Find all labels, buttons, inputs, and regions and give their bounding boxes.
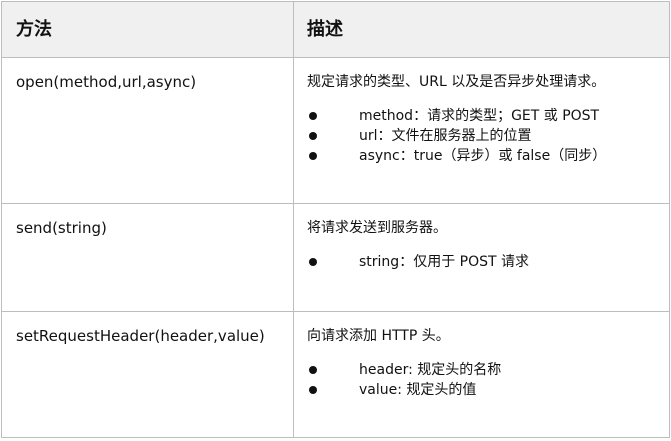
method-description: 向请求添加 HTTP 头。 header: 规定头的名称 value: 规定头的… bbox=[307, 326, 659, 400]
table-row: send(string) 将请求发送到服务器。 string：仅用于 POST … bbox=[2, 204, 669, 312]
parameter-item: header: 规定头的名称 bbox=[307, 360, 659, 380]
method-name: send(string) bbox=[16, 219, 107, 237]
bullet-icon bbox=[309, 386, 317, 394]
table-row: setRequestHeader(header,value) 向请求添加 HTT… bbox=[2, 312, 669, 437]
parameter-item: method：请求的类型；GET 或 POST bbox=[307, 106, 659, 126]
header-description: 描述 bbox=[307, 19, 343, 40]
parameter-text: url：文件在服务器上的位置 bbox=[359, 128, 532, 144]
description-text: 规定请求的类型、URL 以及是否异步处理请求。 bbox=[307, 74, 606, 90]
bullet-icon bbox=[309, 132, 317, 140]
parameter-text: string：仅用于 POST 请求 bbox=[359, 254, 529, 270]
bullet-icon bbox=[309, 112, 317, 120]
method-name: open(method,url,async) bbox=[16, 73, 197, 91]
parameter-item: value: 规定头的值 bbox=[307, 380, 659, 400]
description-text: 将请求发送到服务器。 bbox=[307, 220, 447, 236]
bullet-icon bbox=[309, 152, 317, 160]
method-name: setRequestHeader(header,value) bbox=[16, 327, 265, 345]
parameter-text: method：请求的类型；GET 或 POST bbox=[359, 108, 600, 124]
table-header-row: 方法 描述 bbox=[2, 2, 669, 58]
parameter-item: string：仅用于 POST 请求 bbox=[307, 252, 659, 272]
bullet-icon bbox=[309, 258, 317, 266]
parameter-list: header: 规定头的名称 value: 规定头的值 bbox=[307, 360, 659, 400]
method-description: 规定请求的类型、URL 以及是否异步处理请求。 method：请求的类型；GET… bbox=[307, 72, 659, 166]
table-row: open(method,url,async) 规定请求的类型、URL 以及是否异… bbox=[2, 58, 669, 204]
parameter-text: async：true（异步）或 false（同步） bbox=[359, 148, 607, 164]
column-divider bbox=[293, 2, 294, 437]
bullet-icon bbox=[309, 366, 317, 374]
methods-table: 方法 描述 open(method,url,async) 规定请求的类型、URL… bbox=[1, 1, 670, 438]
method-description: 将请求发送到服务器。 string：仅用于 POST 请求 bbox=[307, 218, 659, 272]
parameter-list: string：仅用于 POST 请求 bbox=[307, 252, 659, 272]
description-text: 向请求添加 HTTP 头。 bbox=[307, 328, 450, 344]
header-method: 方法 bbox=[16, 19, 52, 40]
parameter-text: value: 规定头的值 bbox=[359, 382, 477, 398]
parameter-list: method：请求的类型；GET 或 POST url：文件在服务器上的位置 a… bbox=[307, 106, 659, 166]
parameter-item: async：true（异步）或 false（同步） bbox=[307, 146, 659, 166]
parameter-text: header: 规定头的名称 bbox=[359, 362, 502, 378]
parameter-item: url：文件在服务器上的位置 bbox=[307, 126, 659, 146]
